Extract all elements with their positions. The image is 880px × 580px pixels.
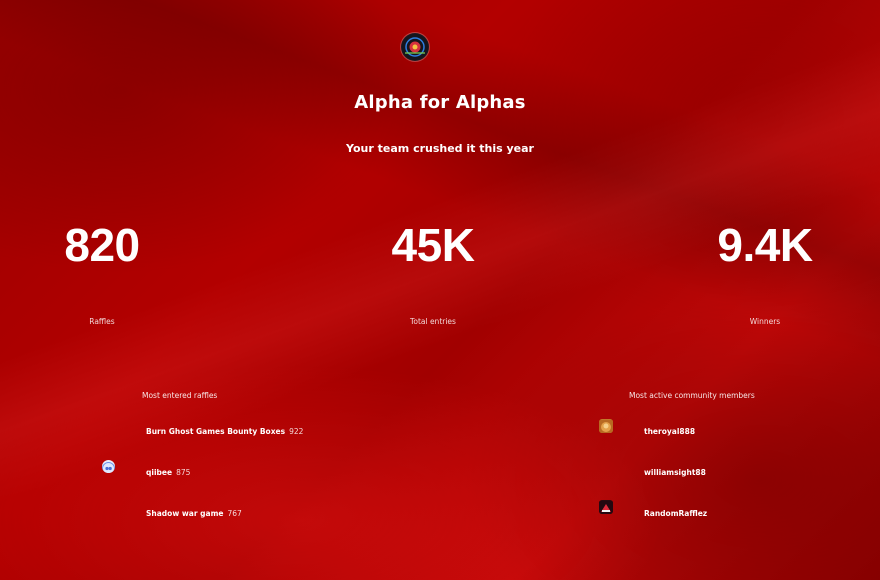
stat-raffles-label: Raffles — [89, 317, 115, 326]
member-name: RandomRafflez — [644, 509, 708, 518]
background-sheen — [0, 0, 880, 580]
stat-winners-value: 9.4K — [717, 219, 813, 271]
list-item[interactable]: williamsight88 — [644, 468, 706, 477]
raffle-count: 767 — [227, 509, 242, 518]
most-entered-heading: Most entered raffles — [142, 391, 218, 400]
raffle-name: Burn Ghost Games Bounty Boxes — [146, 427, 286, 436]
member-name: theroyal888 — [644, 427, 696, 436]
list-item[interactable]: qiibee 875 — [146, 468, 190, 477]
list-item[interactable]: Burn Ghost Games Bounty Boxes 922 — [146, 427, 303, 436]
raffle-count: 922 — [289, 427, 304, 436]
most-active-heading: Most active community members — [629, 391, 755, 400]
page-subtitle: Your team crushed it this year — [346, 142, 534, 155]
list-item[interactable]: theroyal888 — [644, 427, 695, 436]
member-name: williamsight88 — [644, 468, 706, 477]
list-item[interactable]: Shadow war game 767 — [146, 509, 242, 518]
stat-total-entries-label: Total entries — [410, 317, 456, 326]
stat-total-entries-value: 45K — [391, 219, 475, 271]
team-logo — [401, 33, 429, 61]
member-avatar — [599, 500, 613, 514]
stat-raffles-value: 820 — [64, 219, 140, 271]
raffle-name: Shadow war game — [146, 509, 224, 518]
page-title: Alpha for Alphas — [354, 92, 526, 113]
member-avatar — [599, 419, 613, 433]
raffle-count: 875 — [176, 468, 191, 477]
list-item[interactable]: RandomRafflez — [644, 509, 707, 518]
qiibee-avatar — [102, 460, 115, 473]
raffle-name: qiibee — [146, 468, 173, 477]
stat-winners-label: Winners — [749, 317, 781, 326]
